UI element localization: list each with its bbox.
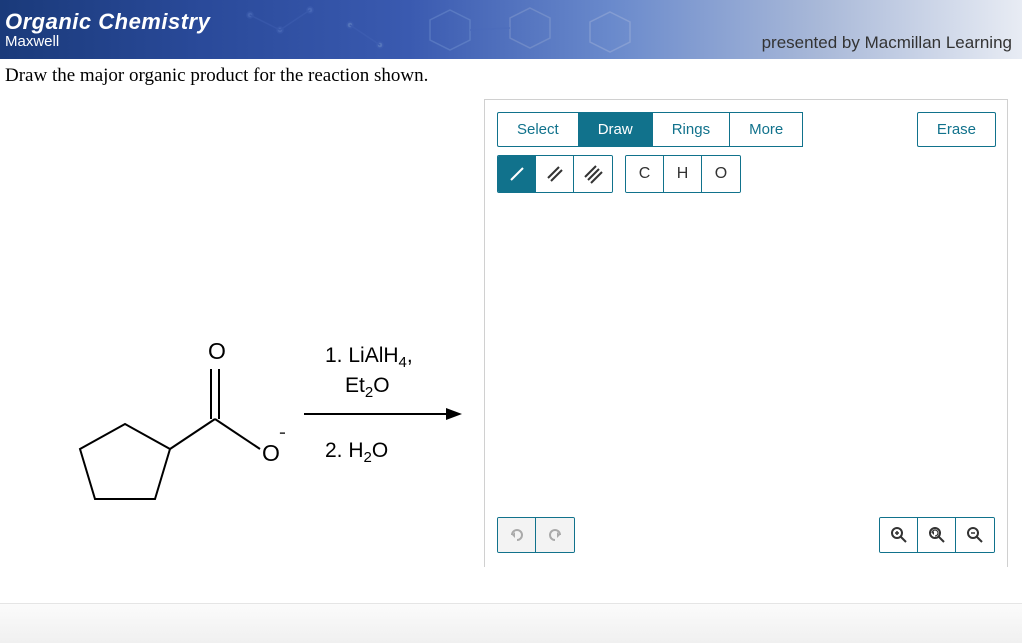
- tab-select[interactable]: Select: [497, 112, 579, 147]
- bond-group: [497, 155, 613, 193]
- subtool-row: C H O: [497, 155, 995, 193]
- zoom-in-icon: [890, 526, 908, 544]
- tab-more[interactable]: More: [729, 112, 803, 147]
- single-bond-icon: [507, 164, 527, 184]
- single-bond-button[interactable]: [498, 156, 536, 192]
- drawing-panel: Select Draw Rings More Erase C H: [484, 99, 1008, 567]
- question-text: Draw the major organic product for the r…: [0, 59, 1022, 99]
- undo-button[interactable]: [498, 518, 536, 552]
- svg-text:O: O: [208, 338, 226, 364]
- tab-rings[interactable]: Rings: [652, 112, 730, 147]
- redo-icon: [546, 526, 564, 544]
- mode-toolbar: Select Draw Rings More Erase: [497, 112, 995, 147]
- svg-text:O: O: [262, 440, 280, 466]
- svg-text:−: −: [279, 423, 285, 443]
- zoom-out-icon: [966, 526, 984, 544]
- redo-button[interactable]: [536, 518, 574, 552]
- atom-group: C H O: [625, 155, 741, 193]
- atom-h-button[interactable]: H: [664, 156, 702, 192]
- atom-c-button[interactable]: C: [626, 156, 664, 192]
- reagent-line-1: 1. LiAlH4,: [325, 344, 413, 371]
- triple-bond-icon: [583, 164, 603, 184]
- reactant-structure: O O −: [55, 279, 285, 509]
- double-bond-icon: [545, 164, 565, 184]
- header-decoration: [200, 0, 750, 59]
- tab-erase[interactable]: Erase: [917, 112, 996, 147]
- header-subtitle: Maxwell: [5, 33, 210, 50]
- zoom-group: [879, 517, 995, 553]
- reagent-line-1b: Et2O: [345, 374, 390, 401]
- footer-bar: [0, 603, 1022, 643]
- reagent-line-2: 2. H2O: [325, 439, 388, 466]
- atom-o-button[interactable]: O: [702, 156, 740, 192]
- tab-draw[interactable]: Draw: [578, 112, 653, 147]
- drawing-canvas[interactable]: [497, 201, 995, 481]
- zoom-reset-button[interactable]: [918, 518, 956, 552]
- reaction-arrow: [304, 404, 464, 424]
- header-banner: Organic Chemistry Maxwell presented by M…: [0, 0, 1022, 59]
- header-presented-by: presented by Macmillan Learning: [762, 33, 1012, 53]
- header-title: Organic Chemistry: [5, 9, 210, 35]
- bottom-toolbar: [497, 517, 995, 553]
- undo-redo-group: [497, 517, 575, 553]
- zoom-out-button[interactable]: [956, 518, 994, 552]
- undo-icon: [508, 526, 526, 544]
- zoom-in-button[interactable]: [880, 518, 918, 552]
- zoom-reset-icon: [928, 526, 946, 544]
- reaction-display: O O − 1. LiAlH4, Et2O 2. H2O: [0, 99, 484, 567]
- double-bond-button[interactable]: [536, 156, 574, 192]
- triple-bond-button[interactable]: [574, 156, 612, 192]
